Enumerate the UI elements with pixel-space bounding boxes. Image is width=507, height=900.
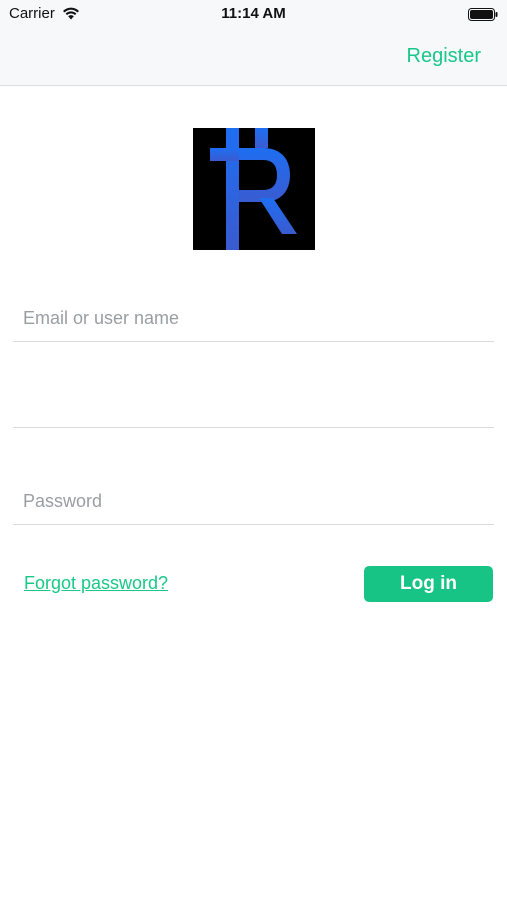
status-time: 11:14 AM: [221, 5, 286, 22]
middle-input[interactable]: [23, 394, 484, 415]
password-input[interactable]: [23, 491, 484, 512]
forgot-password-link[interactable]: Forgot password?: [24, 573, 168, 594]
middle-field: [13, 376, 494, 428]
login-button[interactable]: Log in: [364, 566, 493, 602]
status-bar: Carrier 11:14 AM: [0, 0, 507, 28]
email-field: [13, 290, 494, 342]
email-input[interactable]: [23, 308, 484, 329]
register-button[interactable]: Register: [407, 45, 481, 68]
password-field: [13, 473, 494, 525]
navigation-bar: Register: [0, 28, 507, 86]
app-logo-r-icon: [193, 128, 315, 250]
login-button-label: Log in: [400, 573, 457, 594]
battery-full-icon: [468, 8, 498, 21]
